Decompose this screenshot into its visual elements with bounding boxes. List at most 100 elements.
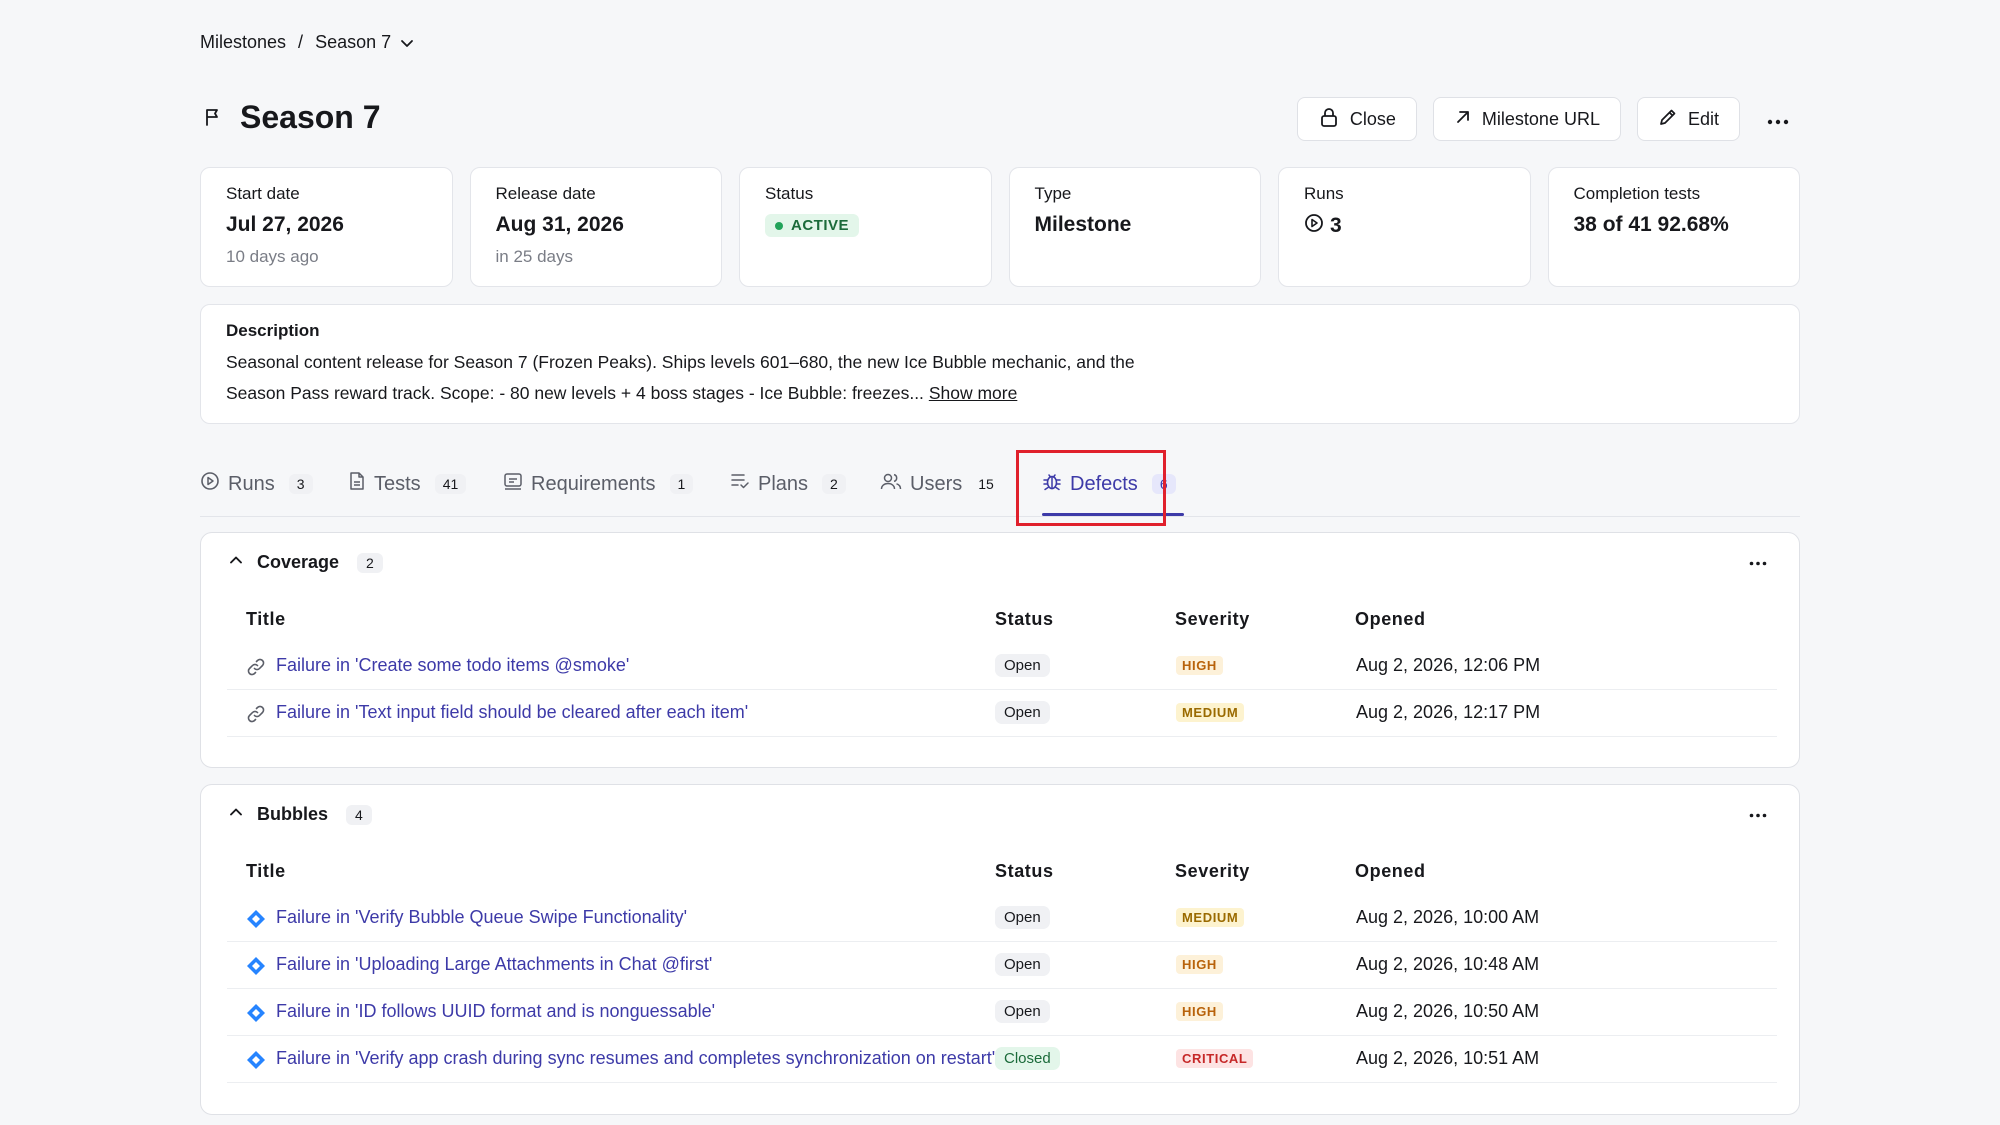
jira-diamond-icon	[246, 956, 266, 981]
type-card: Type Milestone	[1008, 167, 1261, 287]
document-icon	[348, 471, 366, 497]
release-date-label: Release date	[495, 184, 596, 203]
pencil-icon	[1658, 107, 1678, 132]
defect-title-link[interactable]: Failure in 'ID follows UUID format and i…	[276, 1001, 715, 1022]
edit-button[interactable]: Edit	[1636, 97, 1740, 141]
opened-date: Aug 2, 2026, 10:48 AM	[1356, 954, 1540, 974]
table-row[interactable]: Failure in 'Text input field should be c…	[227, 690, 1777, 737]
status-badge: Open	[995, 654, 1050, 677]
column-title: Title	[246, 609, 286, 629]
defect-title-link[interactable]: Failure in 'Verify app crash during sync…	[276, 1048, 995, 1069]
show-more-link[interactable]: Show more	[929, 383, 1018, 403]
group-more-button[interactable]	[1743, 547, 1773, 577]
breadcrumb: Milestones / Season 7	[200, 32, 415, 53]
table-row[interactable]: Failure in 'Create some todo items @smok…	[227, 643, 1777, 690]
tab-plans[interactable]: Plans 2	[730, 458, 846, 510]
close-button-label: Close	[1349, 108, 1396, 129]
chevron-down-icon[interactable]	[399, 35, 415, 51]
requirements-icon	[503, 472, 523, 496]
defect-title-link[interactable]: Failure in 'Uploading Large Attachments …	[276, 954, 712, 975]
chevron-up-icon[interactable]	[227, 551, 245, 574]
tab-tests[interactable]: Tests 41	[348, 458, 467, 510]
play-circle-icon	[200, 471, 220, 497]
tab-users-count: 15	[978, 476, 994, 492]
chevron-up-icon[interactable]	[227, 803, 245, 826]
defect-title-link[interactable]: Failure in 'Text input field should be c…	[276, 702, 748, 723]
type-label: Type	[1034, 184, 1072, 203]
tab-runs-count: 3	[288, 474, 313, 494]
opened-date: Aug 2, 2026, 10:50 AM	[1356, 1001, 1540, 1021]
table-row[interactable]: Failure in 'Verify app crash during sync…	[227, 1036, 1777, 1083]
tab-users[interactable]: Users 15	[880, 458, 996, 510]
release-date-value: Aug 31, 2026	[495, 213, 624, 236]
arrow-up-right-icon	[1454, 108, 1472, 131]
defect-title-link[interactable]: Failure in 'Create some todo items @smok…	[276, 655, 629, 676]
start-date-value: Jul 27, 2026	[226, 213, 344, 236]
group-more-button[interactable]	[1743, 799, 1773, 829]
tab-requirements-count: 1	[669, 474, 694, 494]
description-card: Description Seasonal content release for…	[200, 304, 1800, 424]
jira-diamond-icon	[246, 1003, 266, 1028]
breadcrumb-milestones[interactable]: Milestones	[200, 32, 286, 53]
tab-tests-label: Tests	[374, 472, 421, 495]
link-icon	[246, 704, 266, 729]
table-header: Title Status Severity Opened	[246, 609, 1766, 639]
status-badge: ACTIVE	[765, 214, 860, 237]
play-circle-icon	[1304, 213, 1324, 239]
runs-value: 3	[1330, 214, 1342, 237]
severity-badge: MEDIUM	[1176, 908, 1245, 927]
group-name: Bubbles	[257, 804, 329, 824]
runs-label: Runs	[1304, 184, 1344, 203]
column-title: Title	[246, 861, 286, 881]
jira-diamond-icon	[246, 909, 266, 934]
status-badge: Open	[995, 701, 1050, 724]
start-date-label: Start date	[226, 184, 300, 203]
table-header: Title Status Severity Opened	[246, 861, 1766, 891]
milestone-url-button[interactable]: Milestone URL	[1432, 97, 1621, 141]
status-dot-icon	[775, 221, 783, 230]
status-badge: Closed	[995, 1047, 1060, 1070]
close-button[interactable]: Close	[1296, 97, 1417, 141]
column-status: Status	[995, 609, 1054, 629]
completion-value: 38 of 41 92.68%	[1573, 213, 1729, 236]
breadcrumb-current[interactable]: Season 7	[315, 32, 391, 53]
defect-title-link[interactable]: Failure in 'Verify Bubble Queue Swipe Fu…	[276, 907, 687, 928]
group-header[interactable]: Bubbles 4	[227, 803, 372, 826]
lock-icon	[1318, 106, 1340, 133]
list-check-icon	[730, 472, 750, 496]
more-options-button[interactable]	[1756, 97, 1800, 141]
page-title: Season 7	[240, 99, 381, 135]
opened-date: Aug 2, 2026, 12:17 PM	[1356, 702, 1541, 722]
tab-requirements-label: Requirements	[531, 472, 656, 495]
group-count: 2	[357, 552, 383, 573]
tab-requirements[interactable]: Requirements 1	[503, 458, 694, 510]
ellipsis-icon	[1767, 109, 1789, 130]
tab-bar: Runs 3 Tests 41 Requirements 1 Plans 2 U…	[200, 458, 1800, 517]
group-header[interactable]: Coverage 2	[227, 551, 383, 574]
description-text-block: Seasonal content release for Season 7 (F…	[226, 347, 1166, 409]
severity-badge: MEDIUM	[1176, 703, 1245, 722]
status-badge: Open	[995, 953, 1050, 976]
tab-tests-count: 41	[434, 474, 467, 494]
table-row[interactable]: Failure in 'Verify Bubble Queue Swipe Fu…	[227, 895, 1777, 942]
stat-cards: Start date Jul 27, 2026 10 days ago Rele…	[200, 167, 1800, 287]
table-row[interactable]: Failure in 'ID follows UUID format and i…	[227, 989, 1777, 1036]
tab-runs[interactable]: Runs 3	[200, 458, 313, 510]
severity-badge: HIGH	[1176, 1002, 1223, 1021]
group-count: 4	[346, 804, 372, 825]
description-label: Description	[226, 321, 320, 340]
milestone-url-label: Milestone URL	[1481, 108, 1600, 129]
column-status: Status	[995, 861, 1054, 881]
table-row[interactable]: Failure in 'Uploading Large Attachments …	[227, 942, 1777, 989]
opened-date: Aug 2, 2026, 12:06 PM	[1356, 655, 1541, 675]
status-badge: Open	[995, 906, 1050, 929]
tab-users-label: Users	[910, 472, 963, 495]
breadcrumb-separator: /	[298, 32, 304, 52]
column-severity: Severity	[1175, 861, 1250, 881]
status-badge: Open	[995, 1000, 1050, 1023]
column-severity: Severity	[1175, 609, 1250, 629]
tab-plans-count: 2	[822, 474, 846, 494]
severity-badge: CRITICAL	[1176, 1049, 1254, 1068]
release-date-relative: in 25 days	[495, 247, 574, 266]
column-opened: Opened	[1355, 861, 1426, 881]
